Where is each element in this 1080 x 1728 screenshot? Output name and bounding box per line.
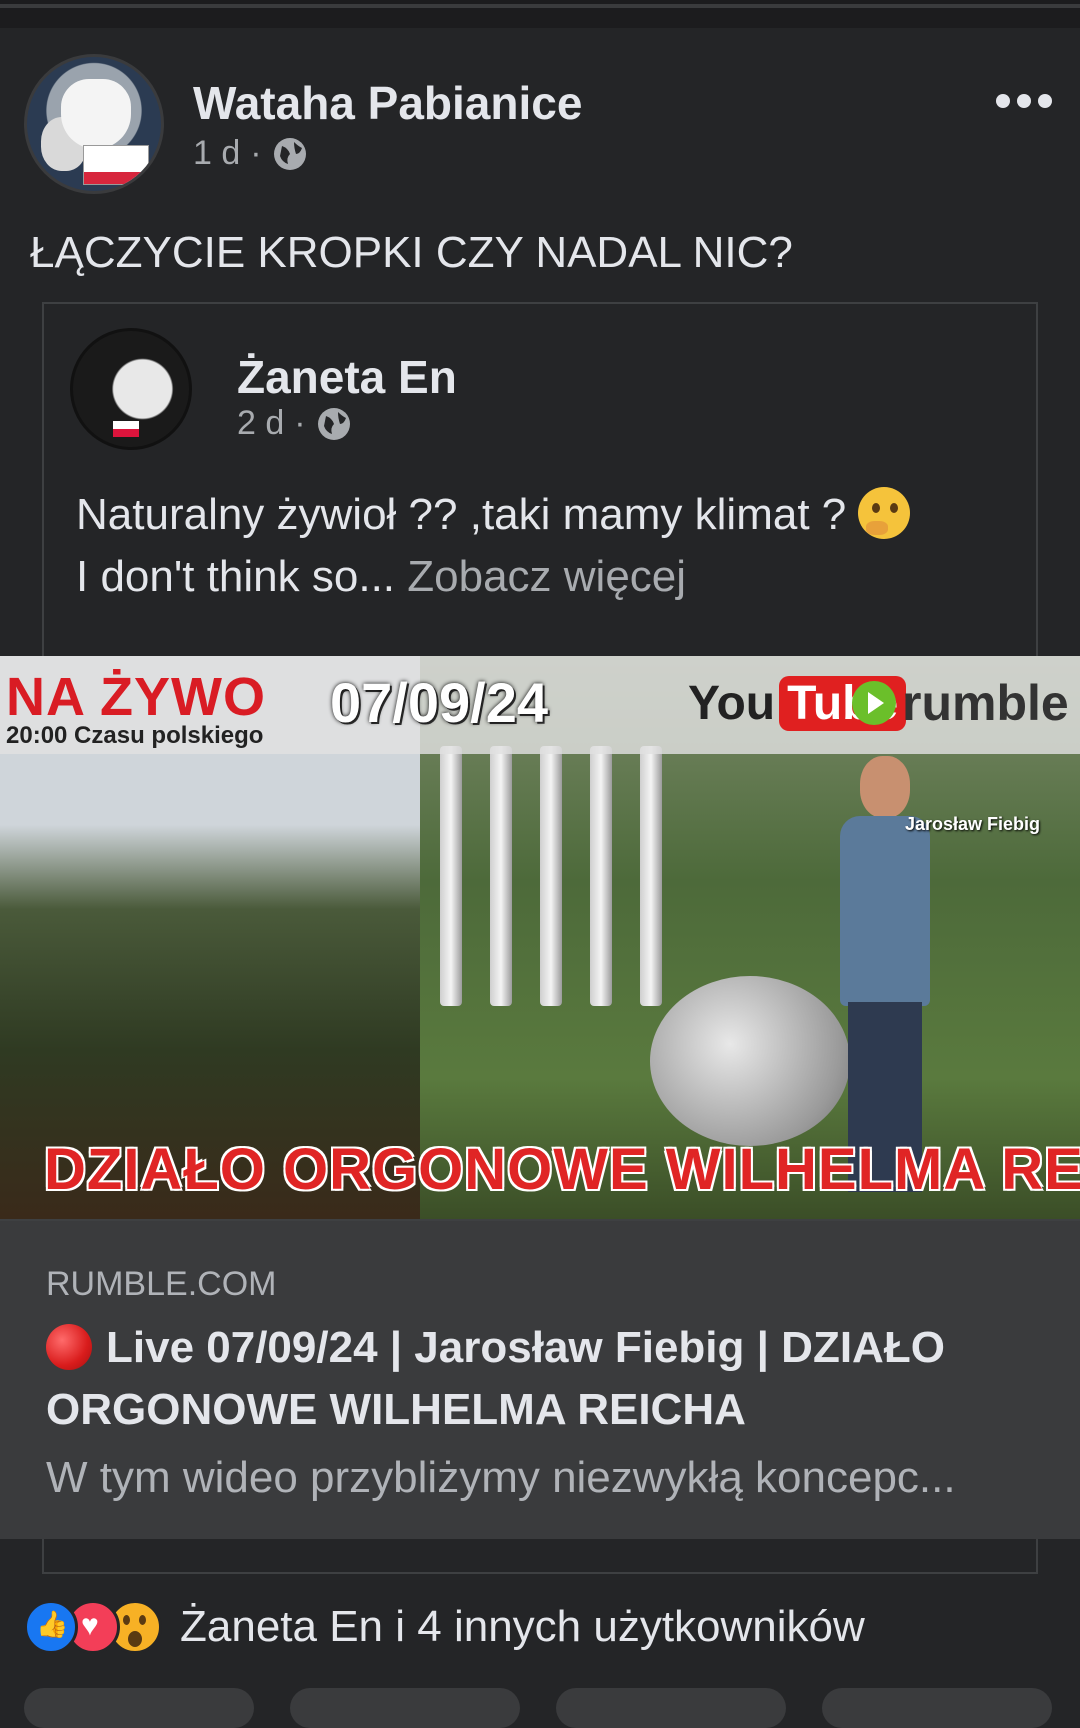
link-preview[interactable]: RUMBLE.COM Live 07/09/24 | Jarosław Fieb… xyxy=(0,1219,1080,1539)
rumble-logo: rumble xyxy=(852,674,1069,732)
broadcast-time: 20:00 Czasu polskiego xyxy=(6,722,264,749)
thumbnail-date: 07/09/24 xyxy=(330,671,548,734)
video-thumbnail[interactable]: NA ŻYWO 20:00 Czasu polskiego 07/09/24 Y… xyxy=(0,656,1080,1219)
thinking-face-icon xyxy=(858,487,911,539)
author-name[interactable]: Wataha Pabianice xyxy=(193,76,582,130)
shared-text-line1: Naturalny żywioł ?? ,taki mamy klimat ? xyxy=(76,490,847,539)
metal-tank xyxy=(650,976,850,1146)
shared-author-name[interactable]: Żaneta En xyxy=(237,350,457,404)
link-domain: RUMBLE.COM xyxy=(46,1265,277,1303)
action-button[interactable] xyxy=(24,1688,254,1728)
globe-icon xyxy=(273,137,306,170)
action-button[interactable] xyxy=(556,1688,786,1728)
shared-author-avatar[interactable] xyxy=(70,328,192,450)
post-meta: 1 d · xyxy=(193,134,308,173)
top-divider xyxy=(0,0,1080,28)
meta-separator: · xyxy=(250,134,262,172)
reactions-summary[interactable]: Żaneta En i 4 innych użytkowników xyxy=(24,1600,865,1654)
link-description: W tym wideo przybliżymy niezwykłą koncep… xyxy=(46,1453,956,1502)
post-time[interactable]: 1 d xyxy=(193,134,240,173)
poland-flag-icon xyxy=(113,421,139,437)
live-label: NA ŻYWO xyxy=(6,667,266,727)
shared-post-text: Naturalny żywioł ?? ,taki mamy klimat ? … xyxy=(76,484,1006,608)
live-red-dot-icon xyxy=(46,1324,92,1370)
reactions-text[interactable]: Żaneta En i 4 innych użytkowników xyxy=(180,1602,865,1652)
feed-post: Wataha Pabianice 1 d · ŁĄCZYCIE KROPKI C… xyxy=(0,28,1080,1728)
thumbnail-headline: DZIAŁO ORGONOWE WILHELMA REICHA xyxy=(44,1137,1080,1202)
more-options-icon[interactable] xyxy=(996,90,1052,112)
post-text: ŁĄCZYCIE KROPKI CZY NADAL NIC? xyxy=(30,228,793,277)
shared-post-meta: 2 d · xyxy=(237,404,352,443)
like-icon xyxy=(24,1600,78,1654)
author-avatar[interactable] xyxy=(24,54,164,194)
shared-text-line2: I don't think so... xyxy=(76,552,396,601)
link-title[interactable]: Live 07/09/24 | Jarosław Fiebig | DZIAŁO… xyxy=(46,1317,1046,1441)
globe-icon xyxy=(317,407,350,440)
action-bar xyxy=(0,1688,1080,1728)
wolf-graphic xyxy=(61,79,131,149)
shared-post-time[interactable]: 2 d xyxy=(237,404,284,443)
see-more-link[interactable]: Zobacz więcej xyxy=(407,552,686,601)
person-caption: Jarosław Fiebig xyxy=(905,814,1041,834)
action-button[interactable] xyxy=(290,1688,520,1728)
action-button[interactable] xyxy=(822,1688,1052,1728)
rumble-play-icon xyxy=(852,681,896,725)
avatar-badge xyxy=(83,145,149,185)
meta-separator: · xyxy=(294,404,306,442)
